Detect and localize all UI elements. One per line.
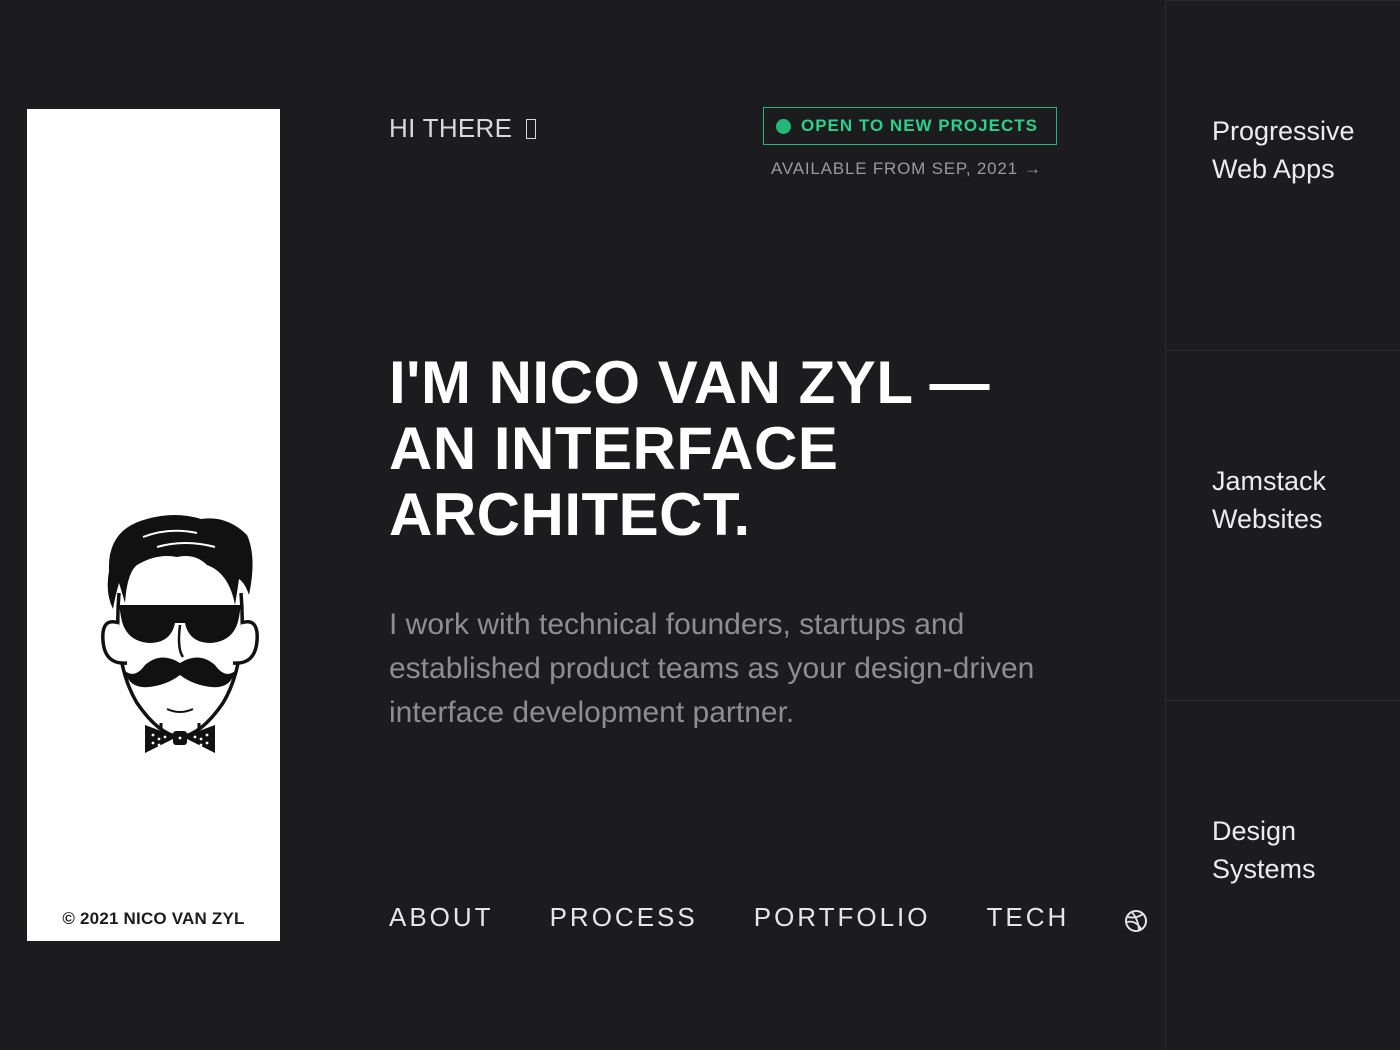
mustache-man-avatar: [101, 515, 259, 753]
service-label: Jamstack Websites: [1212, 466, 1327, 534]
hero-title-line: ARCHITECT.: [389, 481, 751, 548]
nav-item-portfolio[interactable]: PORTFOLIO: [754, 902, 931, 933]
service-item-design-systems[interactable]: Design Systems: [1166, 700, 1400, 1050]
status-badge-label: OPEN TO NEW PROJECTS: [801, 116, 1038, 135]
service-item-jamstack[interactable]: Jamstack Websites: [1166, 350, 1400, 700]
service-label: Design Systems: [1212, 816, 1316, 884]
availability-text: AVAILABLE FROM SEP, 2021: [771, 159, 1018, 178]
copyright-text: © 2021 NICO VAN ZYL: [62, 909, 245, 928]
page: © 2021 NICO VAN ZYL HI THERE OPEN TO NEW…: [0, 0, 1400, 1050]
main-nav: ABOUT PROCESS PORTFOLIO TECH: [389, 902, 1125, 933]
nav-item-about[interactable]: ABOUT: [389, 902, 494, 933]
service-item-pwa[interactable]: Progressive Web Apps: [1166, 0, 1400, 350]
service-label: Progressive Web Apps: [1212, 116, 1355, 184]
hero-title-line: AN INTERFACE: [389, 415, 839, 482]
hero-title-line: I'M NICO VAN ZYL —: [389, 349, 991, 416]
profile-card: © 2021 NICO VAN ZYL: [27, 109, 280, 941]
nav-item-process[interactable]: PROCESS: [550, 902, 698, 933]
greeting-text: HI THERE: [389, 113, 513, 143]
services-column: Progressive Web Apps Jamstack Websites D…: [1165, 0, 1400, 1050]
nav-item-tech[interactable]: TECH: [987, 902, 1070, 933]
hero-subtitle: I work with technical founders, startups…: [389, 608, 1035, 729]
wave-hand-icon: [526, 118, 537, 139]
hero-title: I'M NICO VAN ZYL — AN INTERFACE ARCHITEC…: [389, 350, 1089, 548]
greeting: HI THERE: [389, 113, 537, 144]
dribbble-icon[interactable]: [1124, 909, 1148, 933]
arrow-right-icon: →: [1023, 159, 1042, 178]
availability-link[interactable]: AVAILABLE FROM SEP, 2021 →: [771, 159, 1042, 179]
status-dot-icon: [776, 118, 791, 134]
status-badge: OPEN TO NEW PROJECTS: [763, 107, 1057, 145]
